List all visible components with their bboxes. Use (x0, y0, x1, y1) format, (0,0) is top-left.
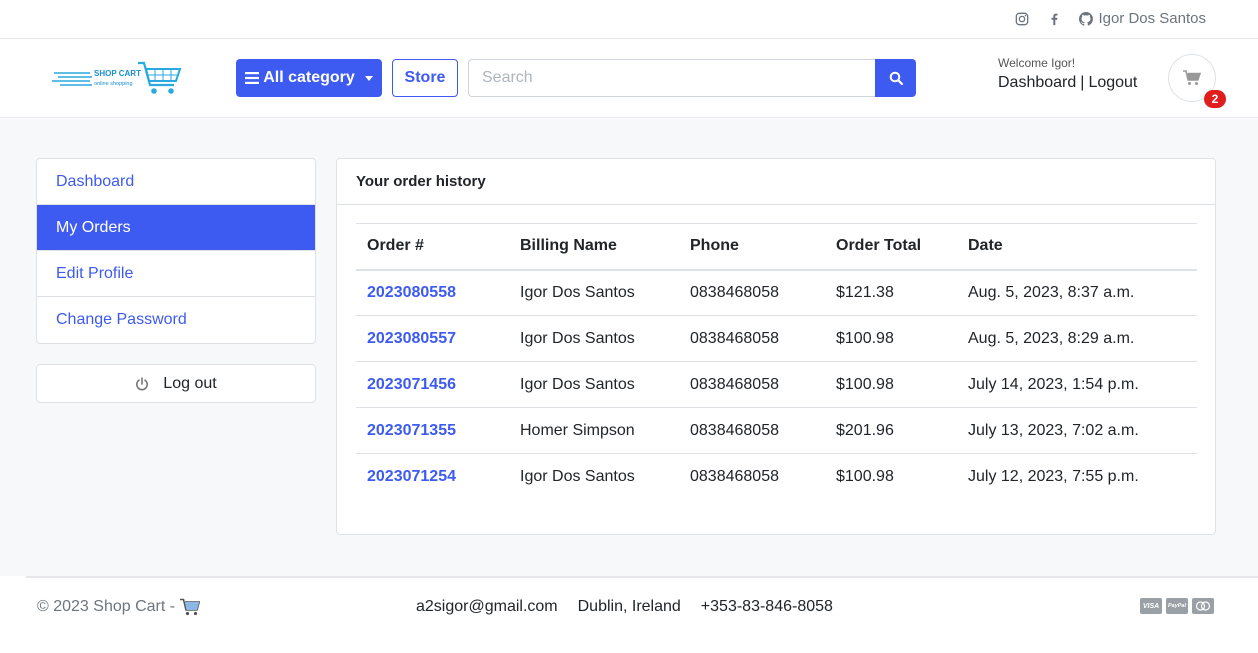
phone: 0838468058 (679, 269, 825, 316)
facebook-icon[interactable] (1047, 12, 1061, 26)
contact-email[interactable]: a2sigor@gmail.com (416, 598, 558, 616)
phone: 0838468058 (679, 315, 825, 362)
order-date: Aug. 5, 2023, 8:29 a.m. (957, 315, 1197, 362)
github-user-name: Igor Dos Santos (1098, 10, 1206, 27)
order-history-title: Your order history (337, 159, 1215, 205)
billing-name: Igor Dos Santos (509, 315, 679, 362)
all-category-label: All category (263, 69, 355, 86)
dashboard-link[interactable]: Dashboard (998, 74, 1076, 91)
cart-icon (1183, 70, 1201, 85)
billing-name: Homer Simpson (509, 407, 679, 454)
search-icon (889, 71, 903, 85)
table-header-row: Order # Billing Name Phone Order Total D… (356, 223, 1197, 270)
main-content: Dashboard My Orders Edit Profile Change … (0, 119, 1258, 576)
copyright: © 2023 Shop Cart - (37, 598, 201, 616)
order-history-card: Your order history Order # Billing Name … (336, 158, 1216, 535)
visa-icon: VISA (1140, 598, 1162, 614)
search-button[interactable] (875, 59, 916, 97)
sidebar-item-dashboard[interactable]: Dashboard (37, 159, 315, 205)
search-input[interactable] (468, 59, 876, 97)
account-sidebar: Dashboard My Orders Edit Profile Change … (36, 158, 316, 344)
orders-table: Order # Billing Name Phone Order Total D… (356, 223, 1197, 500)
shop-cart-logo[interactable]: SHOP CART online shopping (52, 59, 182, 99)
cart-count-badge: 2 (1204, 90, 1226, 108)
logout-button[interactable]: Log out (36, 364, 316, 403)
phone: 0838468058 (679, 361, 825, 408)
header: SHOP CART online shopping All category S… (0, 39, 1258, 118)
mastercard-icon (1192, 598, 1214, 614)
sidebar-item-my-orders[interactable]: My Orders (37, 205, 315, 251)
col-order-total: Order Total (836, 237, 922, 255)
order-total: $201.96 (825, 407, 957, 454)
order-date: Aug. 5, 2023, 8:37 a.m. (957, 269, 1197, 316)
order-total: $100.98 (825, 315, 957, 362)
payment-methods: VISA PayPal (1140, 598, 1214, 614)
table-row: 2023071456 Igor Dos Santos 0838468058 $1… (356, 361, 1197, 408)
link-separator: | (1080, 74, 1085, 91)
phone: 0838468058 (690, 467, 779, 485)
logout-link[interactable]: Logout (1088, 74, 1137, 91)
sidebar-item-edit-profile[interactable]: Edit Profile (37, 251, 315, 297)
billing-name: Igor Dos Santos (509, 361, 679, 408)
welcome-text: Welcome Igor! (998, 56, 1076, 70)
cart-icon (180, 598, 201, 616)
footer-contacts: a2sigor@gmail.com Dublin, Ireland +353-8… (416, 598, 833, 616)
col-order-number: Order # (367, 237, 424, 255)
col-date: Date (968, 237, 1003, 255)
order-number-link[interactable]: 2023080557 (367, 330, 456, 347)
power-icon (136, 376, 149, 390)
table-row: 2023071355 Homer Simpson 0838468058 $201… (356, 407, 1197, 454)
caret-down-icon (364, 75, 373, 81)
sidebar-item-change-password[interactable]: Change Password (37, 297, 315, 343)
logout-label: Log out (163, 374, 217, 392)
footer-divider (26, 576, 1258, 578)
col-billing-name: Billing Name (520, 237, 617, 255)
order-date: July 14, 2023, 1:54 p.m. (957, 361, 1197, 408)
github-profile-link[interactable]: Igor Dos Santos (1079, 10, 1206, 27)
svg-text:online shopping: online shopping (94, 81, 133, 87)
order-number-link[interactable]: 2023071254 (367, 468, 456, 485)
order-number-link[interactable]: 2023080558 (367, 284, 456, 301)
table-row: 2023080557 Igor Dos Santos 0838468058 $1… (356, 315, 1197, 362)
order-number-link[interactable]: 2023071355 (367, 422, 456, 439)
contact-location: Dublin, Ireland (577, 598, 681, 615)
top-bar: Igor Dos Santos (0, 0, 1258, 39)
billing-name: Igor Dos Santos (520, 467, 635, 485)
all-category-dropdown[interactable]: All category (236, 59, 382, 97)
instagram-icon[interactable] (1015, 12, 1029, 26)
github-icon (1079, 11, 1094, 26)
store-button[interactable]: Store (392, 59, 458, 97)
table-row: 2023080558 Igor Dos Santos 0838468058 $1… (356, 269, 1197, 316)
col-phone: Phone (690, 237, 739, 255)
order-date: July 13, 2023, 7:02 a.m. (957, 407, 1197, 454)
copyright-text: © 2023 Shop Cart - (37, 598, 176, 615)
contact-phone: +353-83-846-8058 (700, 598, 833, 615)
table-row: 2023071254 Igor Dos Santos 0838468058 $1… (356, 454, 1197, 500)
user-links: Dashboard | Logout (998, 74, 1137, 92)
phone: 0838468058 (679, 407, 825, 454)
svg-text:SHOP CART: SHOP CART (94, 69, 141, 78)
billing-name: Igor Dos Santos (509, 269, 679, 316)
footer: © 2023 Shop Cart - a2sigor@gmail.com Dub… (0, 576, 1258, 653)
order-total: $100.98 (825, 361, 957, 408)
order-total: $100.98 (836, 467, 894, 485)
menu-icon (245, 72, 260, 84)
order-total: $121.38 (825, 269, 957, 316)
order-date: July 12, 2023, 7:55 p.m. (968, 467, 1139, 485)
order-number-link[interactable]: 2023071456 (367, 376, 456, 393)
paypal-icon: PayPal (1166, 598, 1188, 614)
